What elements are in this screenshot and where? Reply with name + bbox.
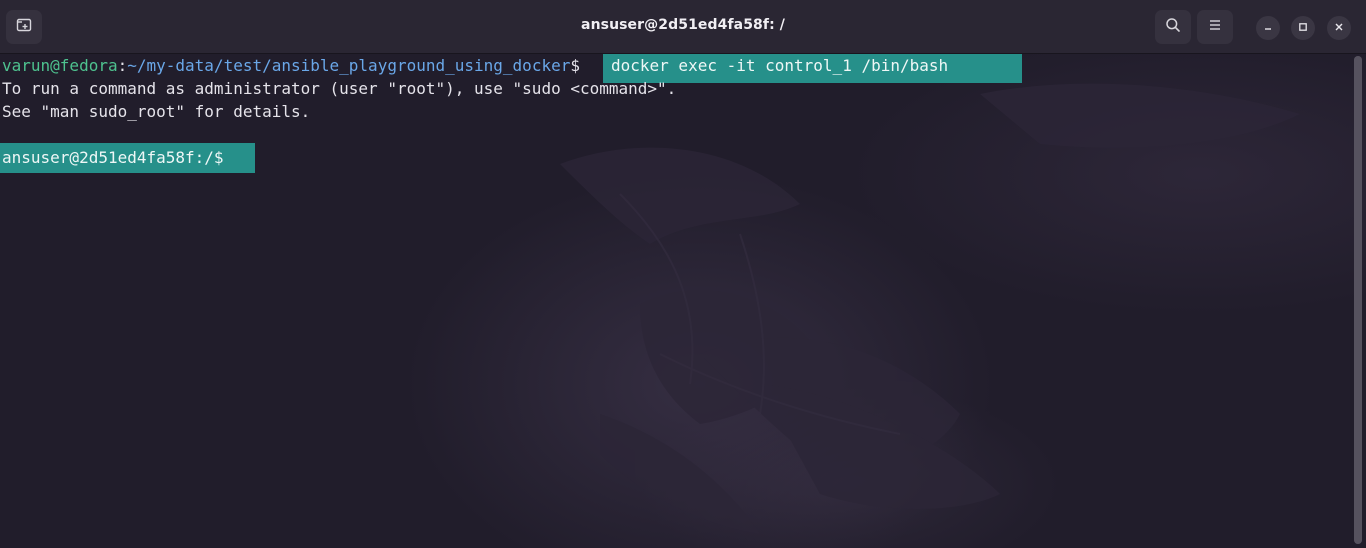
scrollbar-thumb[interactable]: [1354, 56, 1362, 544]
maximize-icon: [1298, 19, 1308, 37]
prompt-symbol: $: [570, 56, 580, 75]
wallpaper-art: [560, 83, 1300, 534]
prompt-path: ~/my-data/test/ansible_playground_using_…: [127, 56, 571, 75]
prompt-separator: :: [117, 56, 128, 75]
search-icon: [1165, 17, 1181, 38]
scrollbar[interactable]: [1354, 56, 1362, 544]
terminal-window: ansuser@2d51ed4fa58f: / varun@fedora:~/m…: [0, 0, 1366, 548]
new-tab-icon: [16, 17, 32, 38]
current-prompt: ansuser@2d51ed4fa58f:/$: [2, 148, 224, 167]
output-line-admin: To run a command as administrator (user …: [2, 79, 677, 98]
header-bar: ansuser@2d51ed4fa58f: /: [0, 0, 1366, 54]
minimize-icon: [1263, 19, 1273, 37]
selected-command: docker exec -it control_1 /bin/bash: [611, 56, 949, 75]
close-icon: [1334, 19, 1344, 37]
prompt-user-host: varun@fedora: [2, 56, 118, 75]
terminal-content[interactable]: varun@fedora:~/my-data/test/ansible_play…: [0, 54, 1366, 548]
search-button[interactable]: [1155, 10, 1191, 44]
hamburger-menu-icon: [1208, 18, 1222, 37]
minimize-button[interactable]: [1256, 16, 1280, 40]
main-menu-button[interactable]: [1197, 10, 1233, 44]
window-title: ansuser@2d51ed4fa58f: /: [581, 17, 785, 33]
maximize-button[interactable]: [1291, 16, 1315, 40]
command-line-1: varun@fedora:~/my-data/test/ansible_play…: [2, 54, 580, 77]
close-button[interactable]: [1327, 16, 1351, 40]
new-tab-button[interactable]: [6, 10, 42, 44]
output-line-details: See "man sudo_root" for details.: [2, 102, 311, 121]
